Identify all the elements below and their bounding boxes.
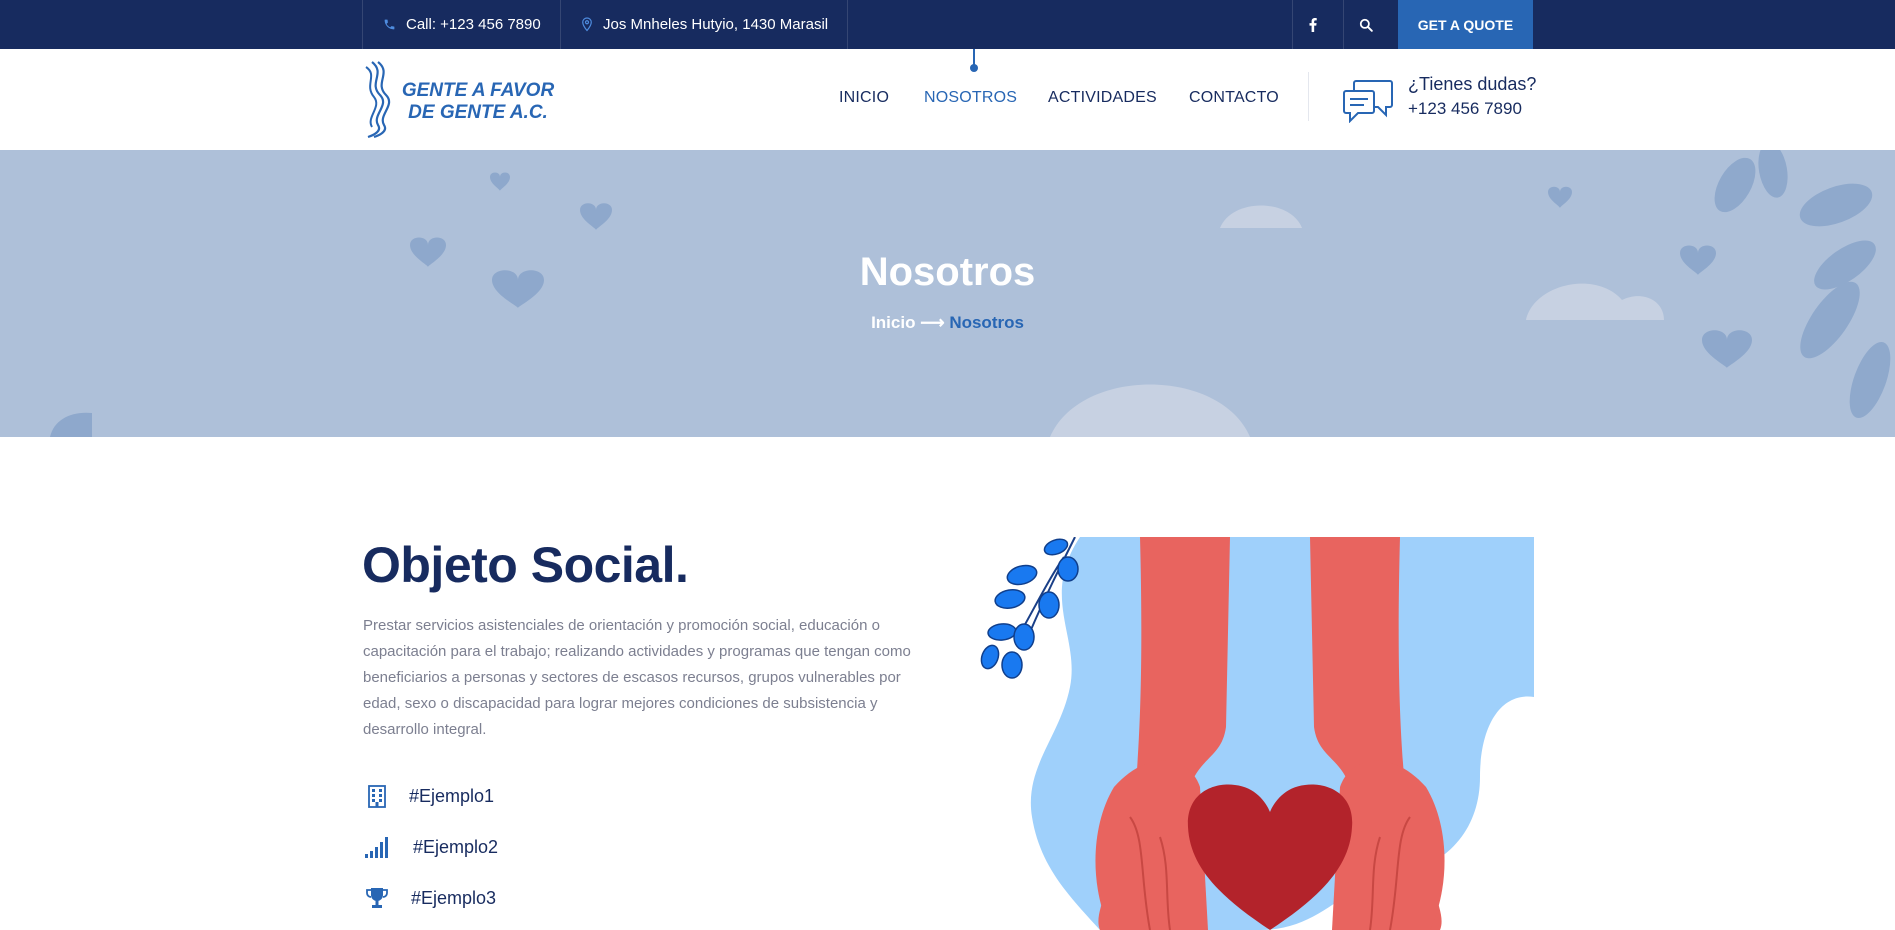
section-title: Objeto Social. [362,537,689,593]
help-question: ¿Tienes dudas? [1408,74,1537,94]
chat-bubbles-icon [1343,80,1393,123]
trophy-icon [363,884,391,912]
facebook-icon [1309,17,1317,32]
page-title: Nosotros [859,250,1036,294]
breadcrumb: Inicio ⟶ Nosotros [0,313,1895,333]
hands-heart-illustration [960,537,1534,930]
heart-icon [490,172,510,191]
heart-icon [1702,330,1752,368]
feature-label: #Ejemplo1 [409,785,495,806]
logo-mark-icon[interactable] [364,59,400,140]
nav-inicio[interactable]: INICIO [839,89,889,107]
help-phone[interactable]: +123 456 7890 [1408,99,1522,119]
logo-text[interactable]: GENTE A FAVOR DE GENTE A.C. [398,80,558,124]
nav-contacto[interactable]: CONTACTO [1189,89,1279,107]
header-divider [1308,72,1309,121]
call-text: Call: +123 456 7890 [406,16,541,33]
location-pin-icon [582,17,592,32]
feature-item: #Ejemplo3 [363,884,496,912]
feature-item: #Ejemplo2 [363,833,498,861]
nav-actividades[interactable]: ACTIVIDADES [1048,89,1157,107]
feature-item: #Ejemplo1 [363,782,494,810]
nav-nosotros[interactable]: NOSOTROS [924,89,1017,107]
breadcrumb-arrow-icon: ⟶ [920,313,945,332]
topbar-divider [847,0,848,49]
feature-label: #Ejemplo2 [413,836,499,857]
get-a-quote-button[interactable]: GET A QUOTE [1398,0,1533,49]
heart-icon [580,203,612,230]
signal-bars-icon [363,833,391,861]
section-description: Prestar servicios asistenciales de orien… [363,617,911,738]
feature-label: #Ejemplo3 [411,887,497,908]
breadcrumb-home[interactable]: Inicio [871,313,915,332]
address-info: Jos Mnheles Hutyio, 1430 Marasil [560,0,847,49]
top-bar: Call: +123 456 7890 Jos Mnheles Hutyio, … [0,0,1895,49]
breadcrumb-current: Nosotros [949,313,1024,332]
facebook-link[interactable] [1292,0,1343,49]
logo-line-1: GENTE A FAVOR [401,80,555,101]
heart-icon [1548,186,1572,208]
logo-line-2: DE GENTE A.C. [408,102,548,123]
search-icon [1359,18,1373,32]
building-icon [363,782,391,810]
page-hero: Nosotros Inicio ⟶ Nosotros [0,150,1895,437]
address-text: Jos Mnheles Hutyio, 1430 Marasil [603,16,829,33]
phone-icon [384,19,395,30]
search-button[interactable] [1343,0,1398,49]
call-info[interactable]: Call: +123 456 7890 [362,0,560,49]
active-nav-indicator [970,49,978,72]
